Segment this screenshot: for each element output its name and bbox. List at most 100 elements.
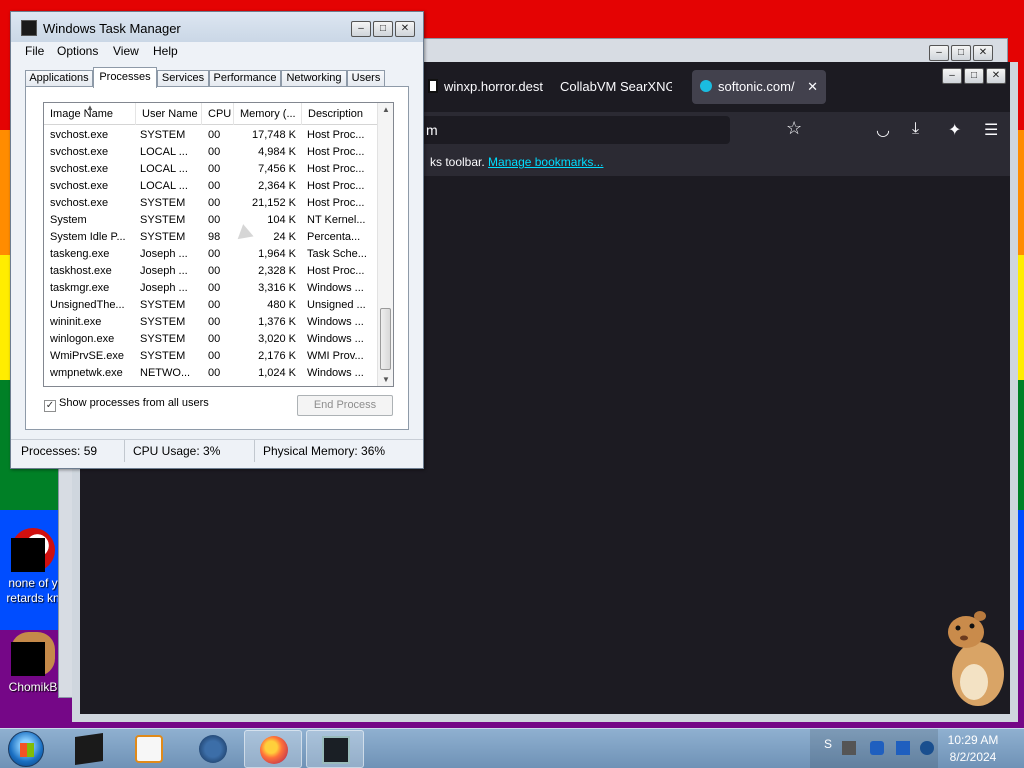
column-image-name[interactable]: ▲ Image Name (44, 103, 136, 125)
minimize-button[interactable]: – (942, 68, 962, 84)
table-row[interactable]: svchost.exe LOCAL ... 00 4,984 K Host Proc..… (44, 144, 379, 161)
taskbar-browser[interactable] (184, 730, 242, 768)
hamburger-menu-icon[interactable]: ☰ (984, 120, 998, 140)
checkbox-checked-icon[interactable]: ✓ (44, 400, 56, 412)
table-row[interactable]: System SYSTEM 00 104 K NT Kernel... (44, 212, 379, 229)
menu-help[interactable]: Help (153, 44, 178, 58)
pocket-icon[interactable]: ◡ (876, 120, 890, 140)
network-icon[interactable] (842, 741, 856, 755)
cell-description: Percenta... (307, 231, 361, 243)
cell-image-name: taskhost.exe (50, 265, 112, 277)
extensions-icon[interactable]: ✦ (948, 120, 961, 140)
column-memory[interactable]: Memory (... (234, 103, 302, 125)
cell-memory: 2,328 K (258, 265, 296, 277)
bookmark-star-icon[interactable]: ☆ (786, 118, 802, 139)
table-row[interactable]: UnsignedThe... SYSTEM 00 480 K Unsigned ... (44, 297, 379, 314)
show-all-processes-checkbox[interactable]: ✓ Show processes from all users (44, 397, 209, 412)
maximize-button[interactable]: □ (964, 68, 984, 84)
cell-description: Host Proc... (307, 163, 365, 175)
cell-memory: 17,748 K (251, 129, 296, 141)
tab-winxp[interactable]: winxp.horror.dest (420, 70, 544, 104)
cell-description: Unsigned ... (307, 299, 366, 311)
close-button[interactable]: ✕ (986, 68, 1006, 84)
cell-memory: 4,984 K (258, 146, 296, 158)
table-row[interactable]: svchost.exe SYSTEM 00 21,152 K Host Proc... (44, 195, 379, 212)
taskbar: S 10:29 AM 8/2/2024 (0, 728, 1024, 768)
close-button[interactable]: ✕ (973, 45, 993, 61)
taskbar-firefox[interactable] (244, 730, 302, 768)
tab-applications[interactable]: Applications (25, 70, 93, 87)
taskbar-media-player[interactable] (120, 730, 178, 768)
process-list[interactable]: ▲ Image Name User Name CPU Memory (... D… (43, 102, 394, 387)
cell-cpu: 00 (208, 214, 221, 226)
table-row[interactable]: taskmgr.exe Joseph ... 00 3,316 K Windows ..… (44, 280, 379, 297)
monitor-icon[interactable] (896, 741, 910, 755)
end-process-button[interactable]: End Process (297, 395, 393, 416)
volume-icon[interactable] (920, 741, 934, 755)
desktop-icon-label: ChomikB (8, 680, 58, 694)
maximize-button[interactable]: □ (373, 21, 393, 37)
menu-file[interactable]: File (25, 44, 44, 58)
table-row[interactable]: wmpnetwk.exe NETWO... 00 1,024 K Windows ... (44, 365, 379, 382)
table-row[interactable]: wininit.exe SYSTEM 00 1,376 K Windows ... (44, 314, 379, 331)
processes-panel: ▲ Image Name User Name CPU Memory (... D… (25, 86, 409, 430)
tab-softonic[interactable]: softonic.com/ ✕ (692, 70, 826, 104)
column-cpu[interactable]: CPU (202, 103, 234, 125)
shield-icon[interactable] (870, 741, 884, 755)
tab-collabvm-searxng[interactable]: CollabVM SearXNG (552, 70, 672, 104)
desktop-icon-none[interactable]: none of y retards kn (2, 528, 64, 606)
tab-performance[interactable]: Performance (209, 70, 281, 87)
tab-close-icon[interactable]: ✕ (807, 70, 818, 104)
table-row[interactable]: svchost.exe LOCAL ... 00 7,456 K Host Proc..… (44, 161, 379, 178)
clock[interactable]: 10:29 AM 8/2/2024 (938, 732, 1008, 766)
maximize-button[interactable]: □ (951, 45, 971, 61)
download-icon[interactable]: ⤓ (912, 120, 919, 138)
vertical-scrollbar[interactable]: ▲ ▼ (377, 103, 393, 386)
media-player-icon (135, 735, 163, 763)
table-row[interactable]: winlogon.exe SYSTEM 00 3,020 K Windows ... (44, 331, 379, 348)
process-rows: svchost.exe SYSTEM 00 17,748 K Host Proc... s… (44, 127, 379, 382)
cell-cpu: 00 (208, 180, 221, 192)
minimize-button[interactable]: – (351, 21, 371, 37)
tab-label: winxp.horror.dest (444, 79, 543, 94)
desktop-icon-chomik[interactable]: ChomikB (2, 632, 64, 695)
cell-memory: 2,364 K (258, 180, 296, 192)
manage-bookmarks-link[interactable]: Manage bookmarks... (488, 155, 603, 169)
tab-processes[interactable]: Processes (93, 67, 157, 88)
column-description[interactable]: Description (302, 103, 379, 125)
cell-cpu: 00 (208, 350, 221, 362)
table-row[interactable]: taskeng.exe Joseph ... 00 1,964 K Task Sche.… (44, 246, 379, 263)
hamster-image (948, 611, 1004, 706)
start-button[interactable] (8, 731, 44, 767)
tab-networking[interactable]: Networking (281, 70, 347, 87)
cell-image-name: WmiPrvSE.exe (50, 350, 124, 362)
cell-image-name: wmpnetwk.exe (50, 367, 123, 379)
column-user-name[interactable]: User Name (136, 103, 202, 125)
taskbar-cmd[interactable] (60, 730, 118, 768)
table-row[interactable]: WmiPrvSE.exe SYSTEM 00 2,176 K WMI Prov... (44, 348, 379, 365)
scroll-down-icon[interactable]: ▼ (382, 375, 390, 384)
taskbar-task-manager[interactable] (306, 730, 364, 768)
table-row[interactable]: svchost.exe LOCAL ... 00 2,364 K Host Proc..… (44, 178, 379, 195)
cell-memory: 21,152 K (251, 197, 296, 209)
close-button[interactable]: ✕ (395, 21, 415, 37)
menu-view[interactable]: View (113, 44, 139, 58)
minimize-button[interactable]: – (929, 45, 949, 61)
table-row[interactable]: System Idle P... SYSTEM 98 24 K Percenta... (44, 229, 379, 246)
title-bar[interactable]: Windows Task Manager – □ ✕ (11, 12, 423, 42)
cell-description: Task Sche... (307, 248, 367, 260)
scroll-up-icon[interactable]: ▲ (382, 105, 390, 114)
scrollbar-thumb[interactable] (380, 308, 391, 370)
cell-user-name: SYSTEM (140, 350, 186, 362)
cell-memory: 2,176 K (258, 350, 296, 362)
table-row[interactable]: svchost.exe SYSTEM 00 17,748 K Host Proc... (44, 127, 379, 144)
tab-users[interactable]: Users (347, 70, 385, 87)
tab-services[interactable]: Services (157, 70, 209, 87)
cell-user-name: LOCAL ... (140, 180, 188, 192)
cell-cpu: 00 (208, 197, 221, 209)
table-row[interactable]: taskhost.exe Joseph ... 00 2,328 K Host Proc… (44, 263, 379, 280)
task-manager-window[interactable]: Windows Task Manager – □ ✕ File Options … (10, 11, 424, 469)
menu-options[interactable]: Options (57, 44, 98, 58)
cell-image-name: svchost.exe (50, 146, 109, 158)
cell-description: Windows ... (307, 367, 364, 379)
